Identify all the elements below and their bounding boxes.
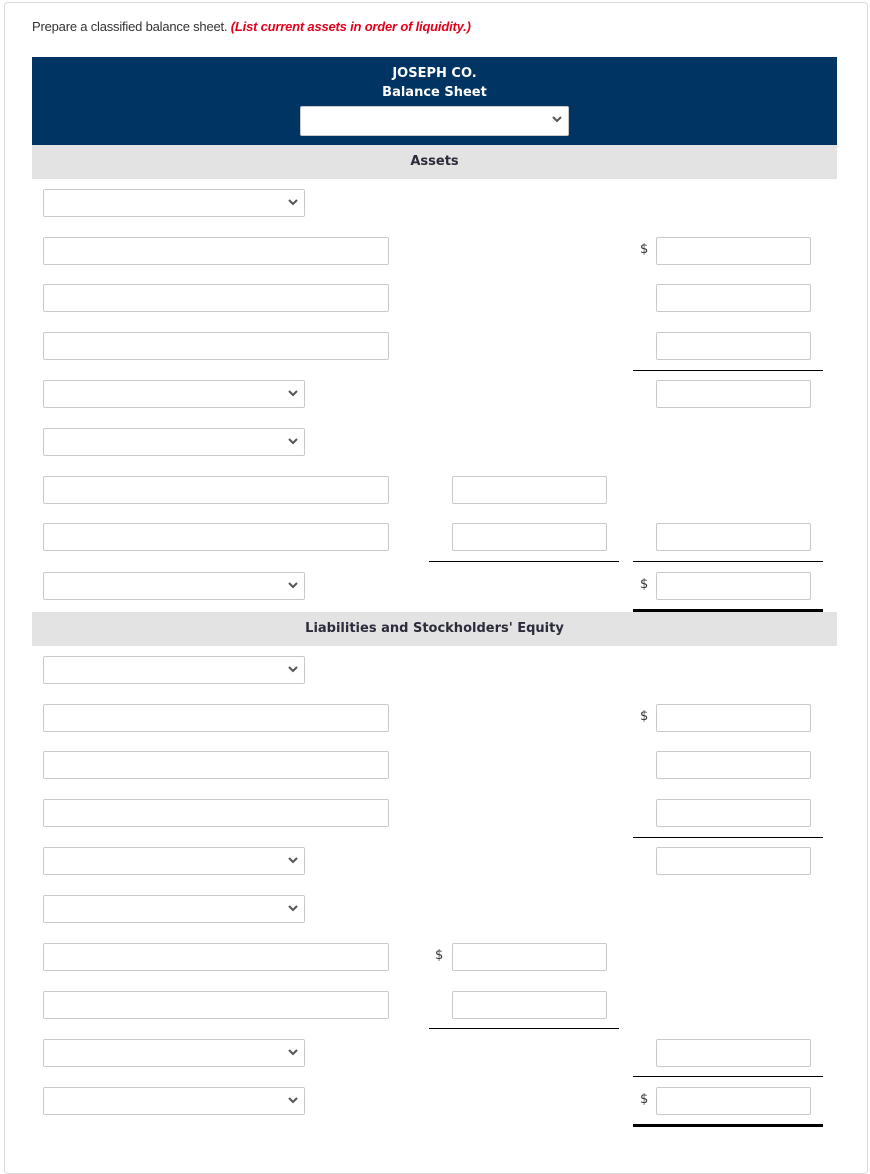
- chevron-down-icon: [288, 1047, 298, 1057]
- chevron-down-icon: [288, 1095, 298, 1105]
- liability-amount-input[interactable]: [656, 704, 811, 732]
- equity-total-select[interactable]: [43, 1039, 305, 1067]
- instruction-note: (List current assets in order of liquidi…: [230, 19, 471, 34]
- asset-label-input[interactable]: [43, 237, 389, 265]
- statement-title: Balance Sheet: [382, 85, 487, 100]
- asset-mid-amount-input[interactable]: [452, 523, 607, 551]
- asset-amount-input[interactable]: [656, 523, 811, 551]
- dollar-sign: $: [435, 948, 444, 963]
- company-name: JOSEPH CO.: [392, 66, 477, 81]
- equity-label-input[interactable]: [43, 943, 389, 971]
- asset-total-select[interactable]: [43, 380, 305, 408]
- instruction-text: Prepare a classified balance sheet. (Lis…: [32, 19, 471, 34]
- chevron-down-icon: [288, 664, 298, 674]
- asset-amount-input[interactable]: [656, 237, 811, 265]
- subtotal-line: [633, 561, 823, 562]
- asset-category-select[interactable]: [43, 428, 305, 456]
- subtotal-line: [633, 837, 823, 838]
- asset-label-input[interactable]: [43, 476, 389, 504]
- liability-amount-input[interactable]: [656, 799, 811, 827]
- chevron-down-icon: [288, 388, 298, 398]
- dollar-sign: $: [640, 577, 649, 592]
- total-liabilities-equity-select[interactable]: [43, 1087, 305, 1115]
- liability-label-input[interactable]: [43, 751, 389, 779]
- equity-total-input[interactable]: [656, 1039, 811, 1067]
- total-assets-input[interactable]: [656, 572, 811, 600]
- equity-mid-amount-input[interactable]: [452, 943, 607, 971]
- dollar-sign: $: [640, 709, 649, 724]
- asset-mid-amount-input[interactable]: [452, 476, 607, 504]
- equity-category-select[interactable]: [43, 895, 305, 923]
- asset-subtotal-input[interactable]: [656, 380, 811, 408]
- total-assets-select[interactable]: [43, 572, 305, 600]
- subtotal-line: [429, 1028, 619, 1029]
- asset-amount-input[interactable]: [656, 284, 811, 312]
- liability-total-select[interactable]: [43, 847, 305, 875]
- assets-band: Assets: [32, 145, 837, 179]
- liability-amount-input[interactable]: [656, 751, 811, 779]
- total-double-line: [633, 1124, 823, 1127]
- liabilities-equity-band: Liabilities and Stockholders' Equity: [32, 612, 837, 646]
- equity-label-input[interactable]: [43, 991, 389, 1019]
- liability-category-select[interactable]: [43, 656, 305, 684]
- chevron-down-icon: [288, 903, 298, 913]
- total-liabilities-equity-input[interactable]: [656, 1087, 811, 1115]
- dollar-sign: $: [640, 242, 649, 257]
- equity-mid-amount-input[interactable]: [452, 991, 607, 1019]
- liability-label-input[interactable]: [43, 704, 389, 732]
- subtotal-line: [633, 370, 823, 371]
- chevron-down-icon: [288, 436, 298, 446]
- asset-label-input[interactable]: [43, 523, 389, 551]
- chevron-down-icon: [288, 197, 298, 207]
- asset-category-select[interactable]: [43, 189, 305, 217]
- instruction-main: Prepare a classified balance sheet.: [32, 19, 228, 34]
- subtotal-line: [633, 1076, 823, 1077]
- liability-label-input[interactable]: [43, 799, 389, 827]
- liability-subtotal-input[interactable]: [656, 847, 811, 875]
- chevron-down-icon: [288, 580, 298, 590]
- asset-amount-input[interactable]: [656, 332, 811, 360]
- chevron-down-icon: [288, 855, 298, 865]
- asset-label-input[interactable]: [43, 284, 389, 312]
- date-select[interactable]: [300, 106, 569, 136]
- chevron-down-icon: [552, 114, 562, 124]
- subtotal-line: [429, 561, 619, 562]
- dollar-sign: $: [640, 1092, 649, 1107]
- asset-label-input[interactable]: [43, 332, 389, 360]
